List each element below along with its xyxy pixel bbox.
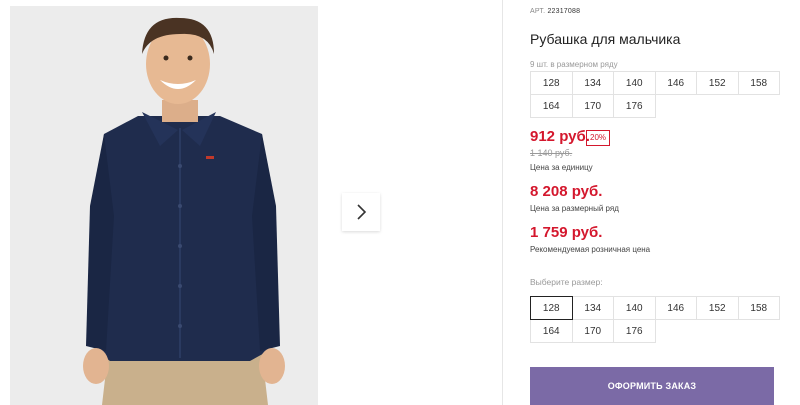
boy-in-shirt-image [10,6,318,405]
product-gallery [0,0,503,405]
size-row-cell: 170 [571,94,614,118]
chevron-right-icon [357,204,367,220]
size-row-cell: 152 [696,71,739,95]
size-option[interactable]: 146 [654,296,697,320]
article-value: 22317088 [547,8,581,15]
size-row-label: 9 шт. в размерном ряду [530,60,618,69]
retail-price-caption: Рекомендуемая розничная цена [530,245,651,254]
size-option[interactable]: 158 [737,296,780,320]
size-option[interactable]: 134 [571,296,614,320]
size-row-cell: 140 [613,71,656,95]
choose-size-label: Выберите размер: [530,277,603,287]
size-row-cell: 128 [530,71,573,95]
size-row-cell: 176 [613,94,656,118]
discount-badge: 20% [586,130,611,146]
article-number: АРТ. 22317088 [530,8,580,15]
price-per-unit-caption: Цена за единицу [530,163,593,172]
price-per-row-caption: Цена за размерный ряд [530,204,619,213]
size-option[interactable]: 152 [696,296,739,320]
size-option[interactable]: 164 [530,319,573,343]
size-option[interactable]: 140 [613,296,656,320]
size-row-cell: 158 [737,71,780,95]
size-row-cell: 164 [530,94,573,118]
size-row-cell: 134 [571,71,614,95]
size-option-selected[interactable]: 128 [530,296,573,320]
product-title: Рубашка для мальчика [530,31,681,47]
price-per-unit: 912 руб. [530,128,590,145]
size-option[interactable]: 176 [613,319,656,343]
order-button[interactable]: ОФОРМИТЬ ЗАКАЗ [530,367,774,405]
gallery-next-button[interactable] [342,193,380,231]
old-price: 1 140 руб. [530,148,573,158]
size-option[interactable]: 170 [571,319,614,343]
size-row-cell: 146 [654,71,697,95]
size-picker: 128 134 140 146 152 158 164 170 176 [530,296,780,343]
retail-price: 1 759 руб. [530,224,603,241]
size-row-grid: 128 134 140 146 152 158 164 170 176 [530,71,780,118]
price-per-row: 8 208 руб. [530,183,603,200]
article-label: АРТ. [530,8,546,15]
product-photo [10,6,318,405]
